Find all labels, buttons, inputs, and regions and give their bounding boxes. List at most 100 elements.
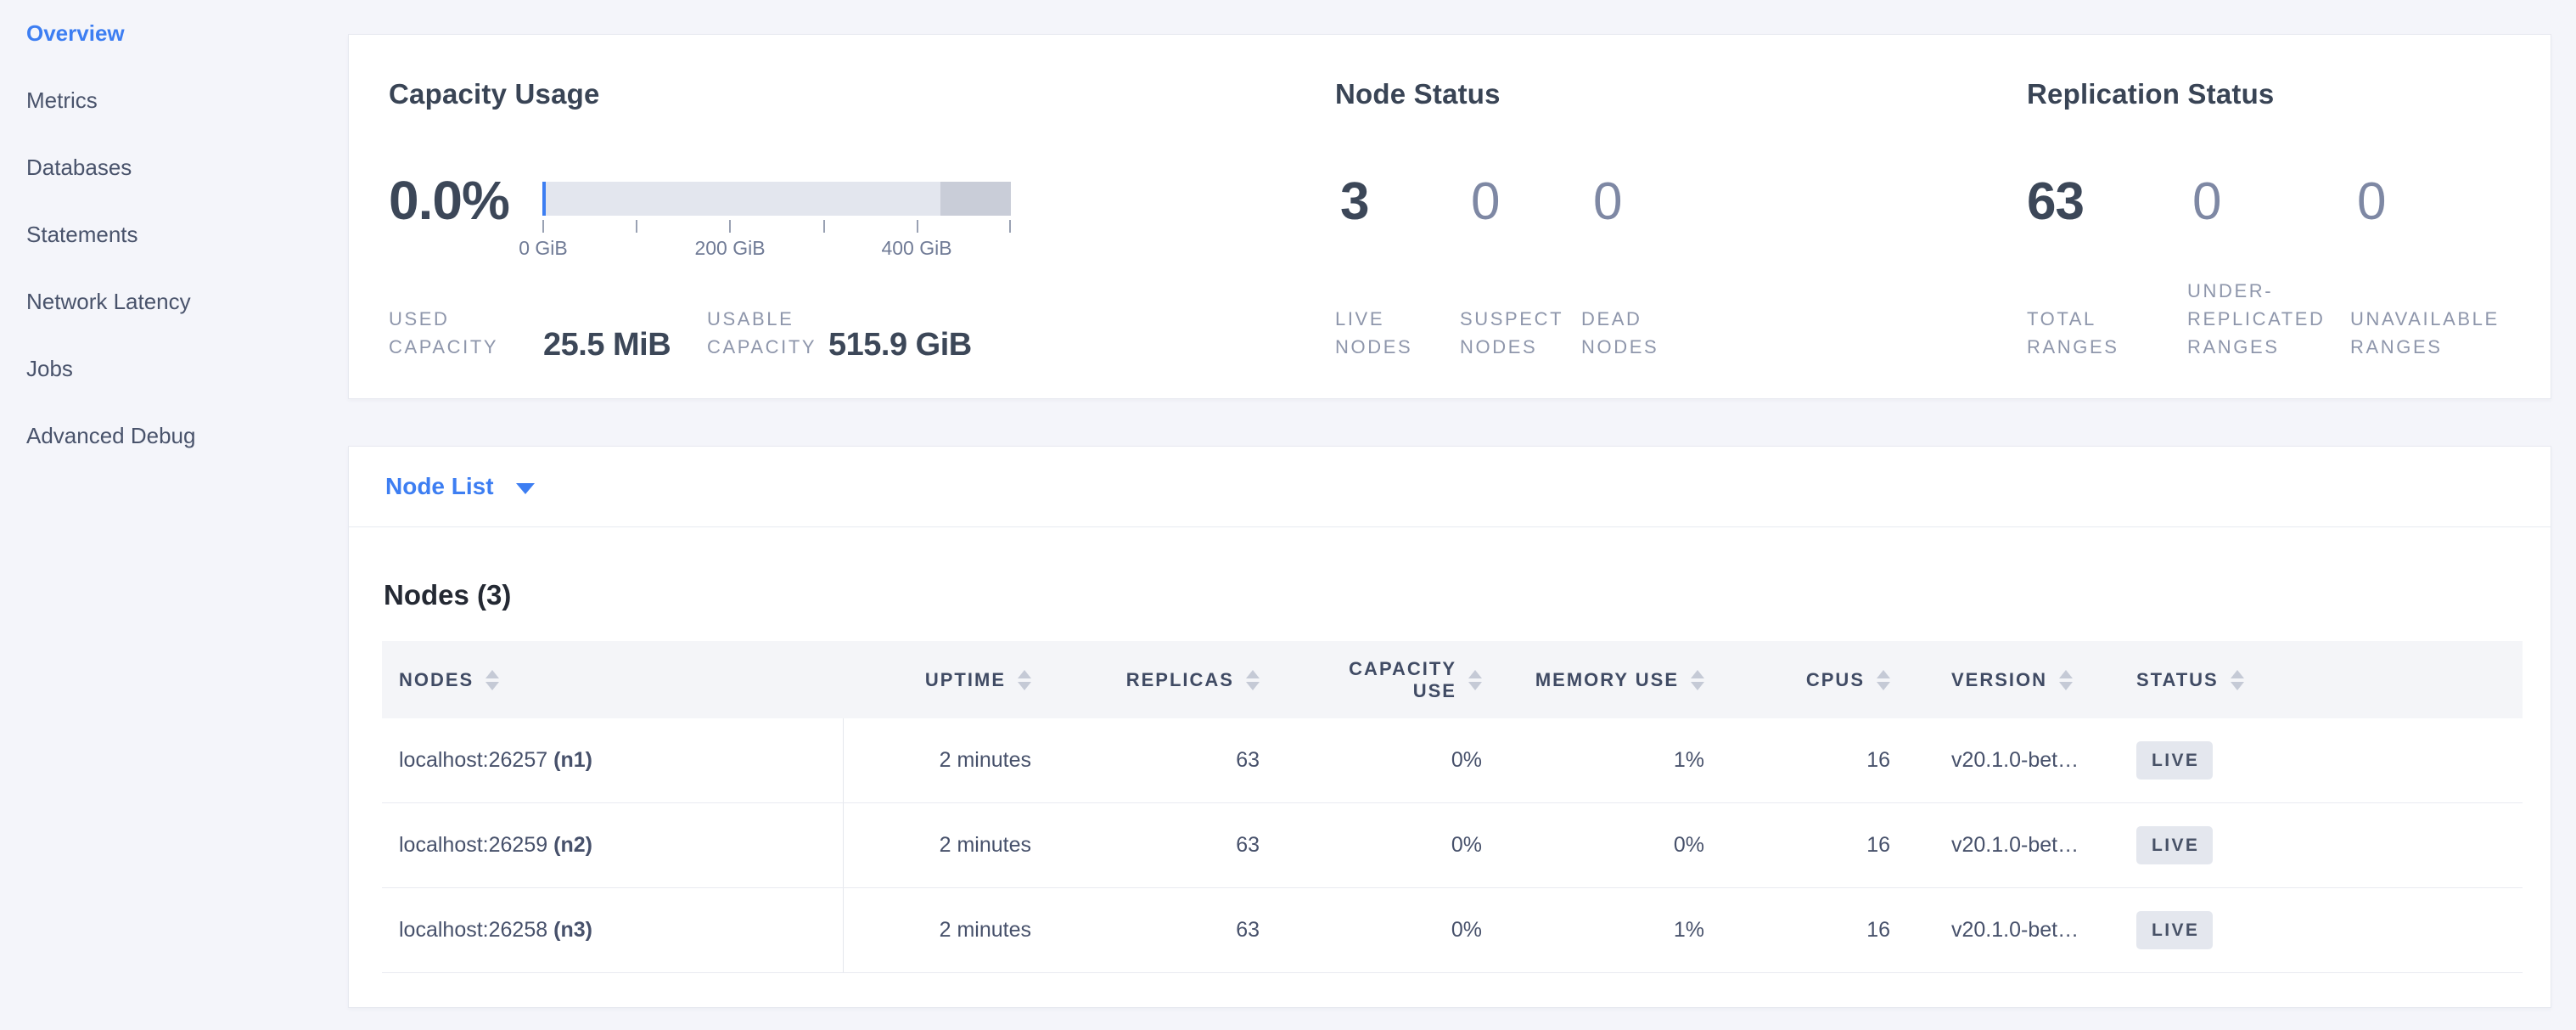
- label-line: LIVE: [1335, 305, 1412, 333]
- label-line: RANGES: [2027, 333, 2119, 361]
- node-address: localhost:26259: [399, 833, 547, 858]
- suspect-nodes-count: 0: [1471, 169, 1499, 235]
- table-row-node-2[interactable]: localhost:26259 (n2) 2 minutes 63 0% 0% …: [382, 803, 2523, 888]
- replicas-cell: 63: [1064, 748, 1297, 773]
- status-badge: LIVE: [2136, 741, 2213, 780]
- sidebar-item-network-latency[interactable]: Network Latency: [0, 268, 348, 335]
- under-replicated-label: UNDER- REPLICATED RANGES: [2187, 277, 2326, 361]
- column-header-status[interactable]: STATUS: [2121, 669, 2523, 691]
- column-label: REPLICAS: [1126, 669, 1234, 691]
- axis-tick: [917, 220, 918, 233]
- replicas-cell: 63: [1064, 918, 1297, 943]
- node-list-card: Node List Nodes (3) NODES UPTIME REPLICA…: [348, 446, 2551, 1008]
- cpus-cell: 16: [1739, 748, 1926, 773]
- label-line: CAPACITY: [707, 333, 817, 361]
- capacity-use-cell: 0%: [1297, 748, 1511, 773]
- label-line: REPLICATED: [2187, 305, 2326, 333]
- label-line: NODES: [1581, 333, 1658, 361]
- axis-label-400gib: 400 GiB: [881, 235, 951, 261]
- capacity-bar-used-segment: [542, 182, 546, 216]
- column-header-replicas[interactable]: REPLICAS: [1064, 669, 1297, 691]
- axis-tick: [729, 220, 731, 233]
- label-line: NODES: [1335, 333, 1412, 361]
- column-label: MEMORY USE: [1535, 669, 1679, 691]
- node-id: (n2): [553, 833, 592, 858]
- memory-use-cell: 1%: [1511, 918, 1739, 943]
- column-header-cpus[interactable]: CPUS: [1739, 669, 1926, 691]
- capacity-bar-chart: 0 GiB 200 GiB 400 GiB: [542, 182, 1011, 292]
- node-id: (n3): [553, 918, 592, 943]
- capacity-use-cell: 0%: [1297, 833, 1511, 858]
- label-line: TOTAL: [2027, 305, 2119, 333]
- sidebar-item-metrics[interactable]: Metrics: [0, 67, 348, 134]
- uptime-cell: 2 minutes: [844, 833, 1064, 858]
- cpus-cell: 16: [1739, 833, 1926, 858]
- column-header-memory-use[interactable]: MEMORY USE: [1511, 669, 1739, 691]
- sort-icon: [2231, 670, 2244, 690]
- dead-nodes-count: 0: [1593, 169, 1621, 235]
- uptime-cell: 2 minutes: [844, 748, 1064, 773]
- under-replicated-count: 0: [2192, 169, 2220, 235]
- used-capacity-value: 25.5 MiB: [543, 325, 671, 364]
- label-line: USED: [389, 305, 498, 333]
- node-address-cell: localhost:26259 (n2): [382, 803, 844, 887]
- sidebar-item-statements[interactable]: Statements: [0, 201, 348, 268]
- node-address-cell: localhost:26257 (n1): [382, 718, 844, 802]
- sort-icon: [485, 670, 499, 690]
- column-label: UPTIME: [925, 669, 1006, 691]
- capacity-bar-other-segment: [940, 182, 1011, 216]
- status-cell: LIVE: [2121, 826, 2523, 864]
- status-badge: LIVE: [2136, 911, 2213, 949]
- sort-icon: [1691, 670, 1704, 690]
- sidebar-item-advanced-debug[interactable]: Advanced Debug: [0, 402, 348, 470]
- node-address: localhost:26257: [399, 748, 547, 773]
- memory-use-cell: 1%: [1511, 748, 1739, 773]
- sidebar-item-databases[interactable]: Databases: [0, 134, 348, 201]
- table-row-node-3[interactable]: localhost:26258 (n3) 2 minutes 63 0% 1% …: [382, 888, 2523, 973]
- version-cell: v20.1.0-bet…: [1926, 748, 2121, 773]
- used-capacity-label: USED CAPACITY: [389, 305, 498, 361]
- column-header-nodes[interactable]: NODES: [382, 669, 844, 691]
- axis-label-0gib: 0 GiB: [519, 235, 568, 261]
- capacity-bar-track: [542, 182, 1011, 216]
- label-line: NODES: [1460, 333, 1563, 361]
- column-header-version[interactable]: VERSION: [1926, 669, 2121, 691]
- dead-nodes-label: DEAD NODES: [1581, 305, 1658, 361]
- capacity-usage-title: Capacity Usage: [389, 77, 600, 111]
- sort-icon: [1018, 670, 1031, 690]
- node-address: localhost:26258: [399, 918, 547, 943]
- label-line: RANGES: [2350, 333, 2500, 361]
- node-status-title: Node Status: [1335, 77, 1501, 111]
- axis-tick: [636, 220, 637, 233]
- caret-down-icon: [516, 483, 535, 494]
- column-header-uptime[interactable]: UPTIME: [844, 669, 1064, 691]
- nodes-heading: Nodes (3): [384, 578, 2551, 612]
- axis-tick: [1009, 220, 1011, 233]
- unavailable-ranges-label: UNAVAILABLE RANGES: [2350, 305, 2500, 361]
- cpus-cell: 16: [1739, 918, 1926, 943]
- usable-capacity-label: USABLE CAPACITY: [707, 305, 817, 361]
- sidebar: Overview Metrics Databases Statements Ne…: [0, 0, 348, 1030]
- node-address-cell: localhost:26258 (n3): [382, 888, 844, 972]
- status-cell: LIVE: [2121, 911, 2523, 949]
- axis-label-200gib: 200 GiB: [694, 235, 765, 261]
- column-header-capacity-use[interactable]: CAPACITY USE: [1297, 658, 1511, 702]
- column-label: NODES: [399, 669, 474, 691]
- uptime-cell: 2 minutes: [844, 918, 1064, 943]
- sidebar-item-overview[interactable]: Overview: [0, 0, 348, 67]
- table-row-node-1[interactable]: localhost:26257 (n1) 2 minutes 63 0% 1% …: [382, 718, 2523, 803]
- label-line: UNAVAILABLE: [2350, 305, 2500, 333]
- column-label: STATUS: [2136, 669, 2219, 691]
- sort-icon: [1877, 670, 1890, 690]
- node-id: (n1): [553, 748, 592, 773]
- label-line: USABLE: [707, 305, 817, 333]
- replication-status-title: Replication Status: [2027, 77, 2274, 111]
- node-list-dropdown[interactable]: Node List: [349, 447, 2551, 527]
- status-cell: LIVE: [2121, 741, 2523, 780]
- replicas-cell: 63: [1064, 833, 1297, 858]
- capacity-used-percent: 0.0%: [389, 167, 509, 234]
- total-ranges-count: 63: [2027, 169, 2084, 235]
- total-ranges-label: TOTAL RANGES: [2027, 305, 2119, 361]
- sidebar-item-jobs[interactable]: Jobs: [0, 335, 348, 402]
- axis-tick: [823, 220, 825, 233]
